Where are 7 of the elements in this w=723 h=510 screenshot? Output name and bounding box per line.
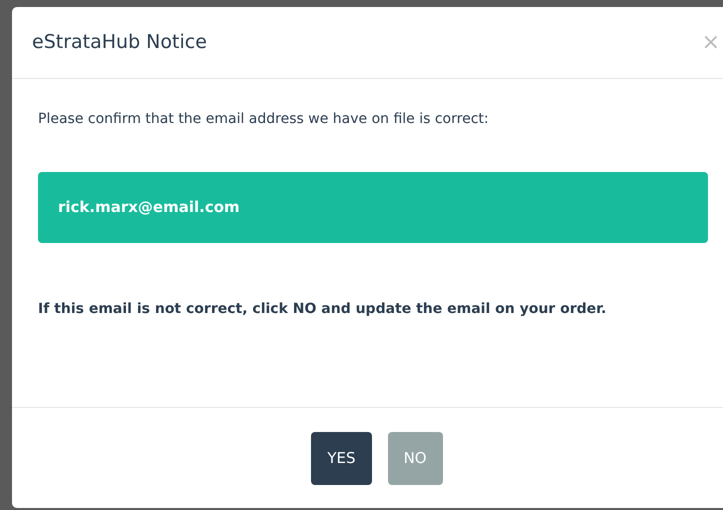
message-text: Please confirm that the email address we have on file is correct: — [38, 110, 490, 129]
modal-title: eStrataHub Notice — [32, 31, 207, 54]
yes-button[interactable]: YES — [311, 432, 372, 484]
email-alert: rick.marx@email.com — [38, 172, 708, 242]
no-button[interactable]: NO — [388, 432, 443, 484]
note-text: If this email is not correct, click NO and update the email on your order. — [38, 300, 608, 318]
close-button[interactable]: × — [702, 32, 720, 54]
